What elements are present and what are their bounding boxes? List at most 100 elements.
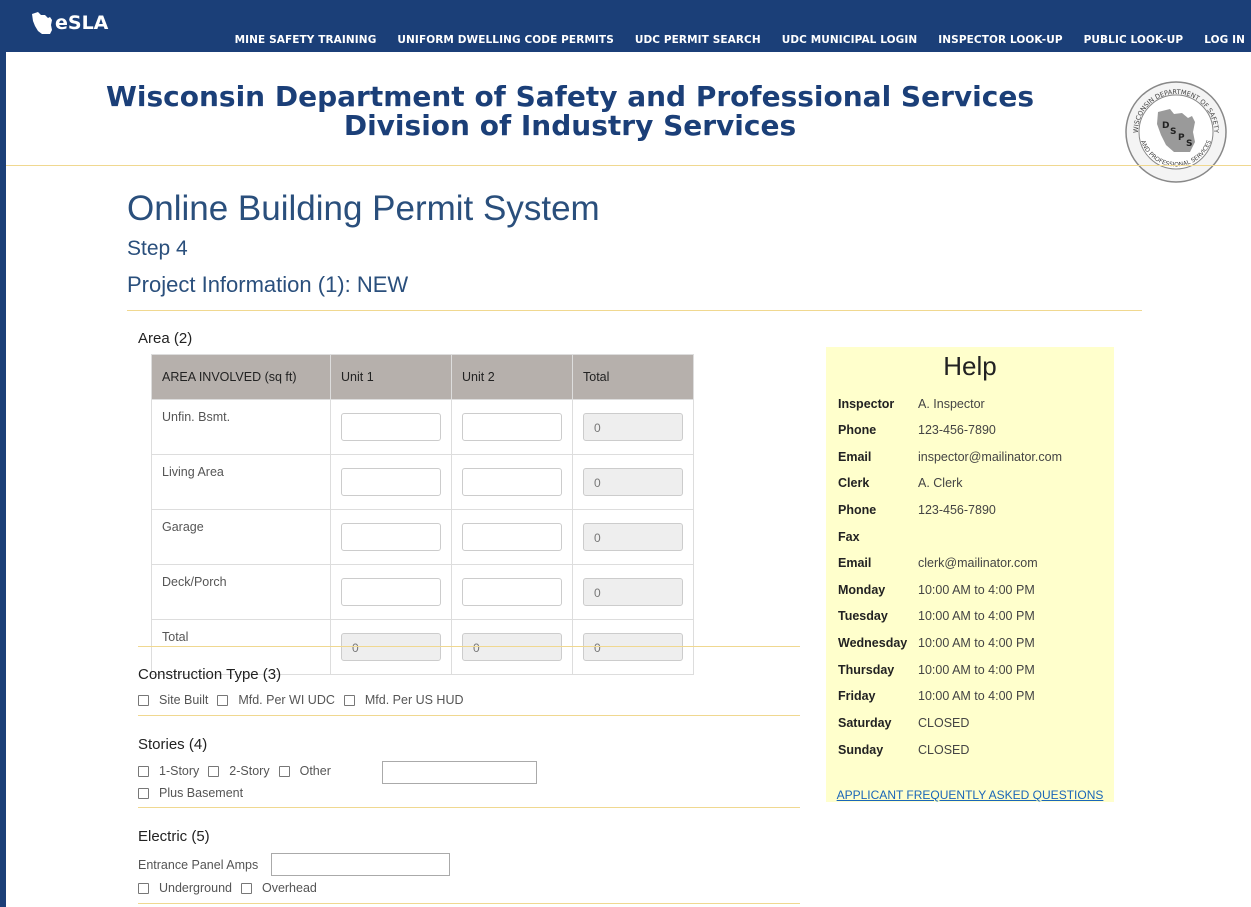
amps-row: Entrance Panel Amps <box>138 858 258 872</box>
help-row: Fax <box>838 530 918 544</box>
amps-label: Entrance Panel Amps <box>138 858 259 872</box>
help-row: Tuesday 10:00 AM to 4:00 PM <box>838 609 1035 623</box>
help-panel: Help Inspector A. Inspector Phone 123-456-… <box>826 347 1114 802</box>
nav-links: MINE SAFETY TRAINING UNIFORM DWELLING CO… <box>214 34 1245 46</box>
living-area-total-field: 0 <box>583 468 683 496</box>
basement-option: Plus Basement <box>138 786 252 800</box>
step-label: Step 4 <box>127 237 188 260</box>
deck-porch-unit1-input[interactable] <box>341 578 441 606</box>
garage-total-field: 0 <box>583 523 683 551</box>
svg-text:S: S <box>1186 139 1192 149</box>
checkbox-label: Site Built <box>159 693 209 707</box>
project-heading: Project Information (1): NEW <box>127 272 409 297</box>
row-label: Unfin. Bsmt. <box>151 399 331 455</box>
help-key: Thursday <box>838 663 895 677</box>
area-table: AREA INVOLVED (sq ft) Unit 1 Unit 2 Tota… <box>151 354 694 675</box>
help-row: Friday 10:00 AM to 4:00 PM <box>838 689 1035 703</box>
help-row: Clerk A. Clerk <box>838 476 962 490</box>
help-row: Thursday 10:00 AM to 4:00 PM <box>838 663 1035 677</box>
row-label: Deck/Porch <box>151 564 331 620</box>
unfin-bsmt-unit1-input[interactable] <box>341 413 441 441</box>
esla-logo[interactable]: eSLA <box>30 10 108 36</box>
entrance-panel-amps-input[interactable] <box>271 853 450 876</box>
table-row: Unfin. Bsmt. 0 <box>151 399 694 455</box>
unfin-bsmt-unit2-input[interactable] <box>462 413 562 441</box>
project-divider <box>127 310 1142 311</box>
living-area-unit1-input[interactable] <box>341 468 441 496</box>
nav-mine-safety-training[interactable]: MINE SAFETY TRAINING <box>235 34 377 46</box>
nav-udc-permit-search[interactable]: UDC PERMIT SEARCH <box>635 34 761 46</box>
help-key: Saturday <box>838 716 892 730</box>
nav-udc-permits[interactable]: UNIFORM DWELLING CODE PERMITS <box>397 34 613 46</box>
deck-porch-unit2-input[interactable] <box>462 578 562 606</box>
help-row: Phone 123-456-7890 <box>838 423 996 437</box>
dsps-seal-logo: D S P S WISCONSIN DEPARTMENT OF SAFETY A… <box>1125 81 1227 183</box>
help-key: Fax <box>838 530 860 544</box>
column-header: Unit 1 <box>330 354 452 400</box>
section-divider <box>138 807 800 808</box>
help-row: Phone 123-456-7890 <box>838 503 996 517</box>
faq-link[interactable]: APPLICANT FREQUENTLY ASKED QUESTIONS <box>826 788 1114 802</box>
unfin-bsmt-total-field: 0 <box>583 413 683 441</box>
mfd-us-hud-checkbox[interactable] <box>343 694 355 706</box>
other-story-checkbox[interactable] <box>278 765 290 777</box>
construction-section-title: Construction Type (3) <box>138 666 282 683</box>
checkbox-label: Mfd. Per US HUD <box>364 693 464 707</box>
living-area-unit2-input[interactable] <box>462 468 562 496</box>
other-stories-input[interactable] <box>382 761 537 784</box>
mfd-wi-udc-checkbox[interactable] <box>217 694 229 706</box>
svg-text:D: D <box>1162 121 1169 131</box>
help-key: Inspector <box>838 397 895 411</box>
department-header: Wisconsin Department of Safety and Profe… <box>0 82 1140 140</box>
column-header: Total <box>572 354 694 400</box>
help-key: Email <box>838 450 872 464</box>
help-value: 123-456-7890 <box>918 423 996 437</box>
table-row: Garage 0 <box>151 509 694 565</box>
logo-text: eSLA <box>55 12 109 34</box>
help-key: Sunday <box>838 743 884 757</box>
garage-unit1-input[interactable] <box>341 523 441 551</box>
help-key: Monday <box>838 583 886 597</box>
help-row: Email clerk@mailinator.com <box>838 556 1038 570</box>
help-key: Friday <box>838 689 876 703</box>
row-label: Living Area <box>151 454 331 510</box>
nav-log-in[interactable]: LOG IN <box>1204 34 1245 46</box>
help-row: Wednesday 10:00 AM to 4:00 PM <box>838 636 1035 650</box>
help-key: Email <box>838 556 872 570</box>
plus-basement-checkbox[interactable] <box>138 787 149 799</box>
electric-section-title: Electric (5) <box>138 828 210 845</box>
help-value: 10:00 AM to 4:00 PM <box>918 636 1035 650</box>
nav-inspector-lookup[interactable]: INSPECTOR LOOK-UP <box>938 34 1062 46</box>
wisconsin-map-icon <box>32 12 52 34</box>
help-row: Saturday CLOSED <box>838 716 969 730</box>
total-unit1-field: 0 <box>341 633 441 661</box>
nav-public-lookup[interactable]: PUBLIC LOOK-UP <box>1084 34 1184 46</box>
help-value: 123-456-7890 <box>918 503 996 517</box>
help-row: Inspector A. Inspector <box>838 397 985 411</box>
svg-text:S: S <box>1170 127 1176 137</box>
stories-options: 1-Story 2-Story Other <box>138 764 340 778</box>
page-title: Online Building Permit System <box>127 189 600 228</box>
nav-udc-municipal-login[interactable]: UDC MUNICIPAL LOGIN <box>782 34 918 46</box>
help-row: Sunday CLOSED <box>838 743 969 757</box>
garage-unit2-input[interactable] <box>462 523 562 551</box>
column-header: Unit 2 <box>451 354 573 400</box>
total-unit2-field: 0 <box>462 633 562 661</box>
header-divider <box>6 165 1251 166</box>
department-name: Wisconsin Department of Safety and Profe… <box>105 80 1034 113</box>
help-value: clerk@mailinator.com <box>918 556 1038 570</box>
help-value: A. Inspector <box>918 397 985 411</box>
overhead-checkbox[interactable] <box>240 882 252 894</box>
one-story-checkbox[interactable] <box>138 765 149 777</box>
column-header: AREA INVOLVED (sq ft) <box>151 354 331 400</box>
underground-checkbox[interactable] <box>138 882 149 894</box>
help-key: Wednesday <box>838 636 908 650</box>
two-story-checkbox[interactable] <box>208 765 220 777</box>
checkbox-label: 1-Story <box>159 764 200 778</box>
help-value: 10:00 AM to 4:00 PM <box>918 583 1035 597</box>
checkbox-label: Underground <box>159 881 232 895</box>
top-nav: eSLA MINE SAFETY TRAINING UNIFORM DWELLI… <box>0 0 1251 52</box>
help-key: Phone <box>838 503 877 517</box>
help-key: Phone <box>838 423 877 437</box>
site-built-checkbox[interactable] <box>138 694 149 706</box>
